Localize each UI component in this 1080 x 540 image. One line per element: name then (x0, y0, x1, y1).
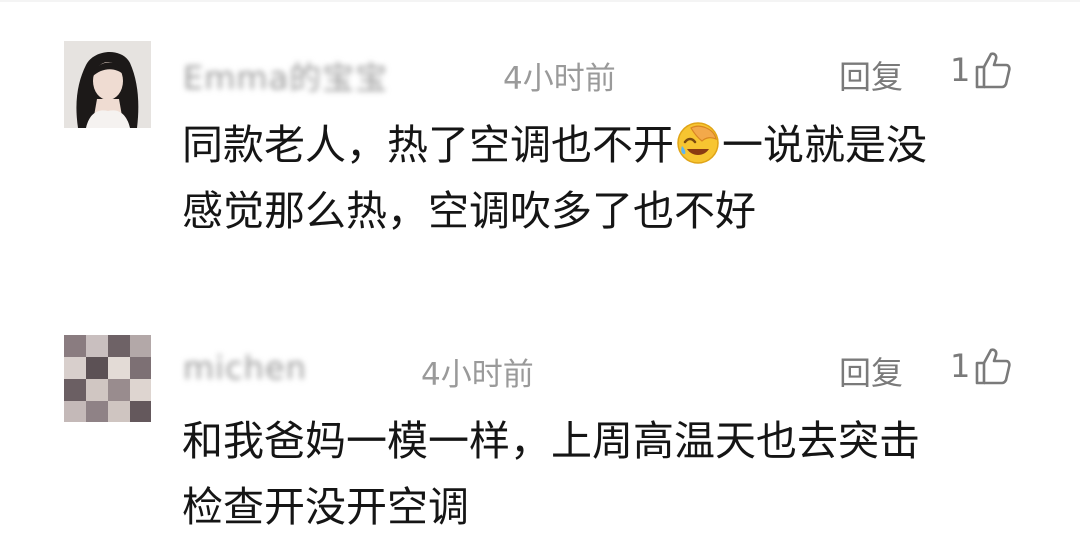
username[interactable]: Emma的宝宝 (183, 53, 388, 99)
comment-text-line: 检查开没开空调 (182, 483, 469, 531)
comment-text: 同款老人，热了空调也不开 一说就是没 感觉那么热，空调吹多了也不好 (182, 112, 927, 244)
comment-text-line: 和我爸妈一模一样，上周高温天也去突击 (182, 417, 920, 465)
thumbs-up-icon (976, 52, 1012, 89)
comment-text-line: 感觉那么热，空调吹多了也不好 (182, 187, 756, 235)
reply-button[interactable]: 回复 (839, 52, 903, 98)
username[interactable]: michen (183, 349, 307, 387)
thumbs-up-icon (976, 348, 1012, 385)
facepalm-laugh-emoji-icon (676, 118, 720, 164)
avatar[interactable] (64, 41, 151, 128)
comment-text: 和我爸妈一模一样，上周高温天也去突击 检查开没开空调 (182, 408, 920, 540)
timestamp: 4小时前 (503, 61, 616, 97)
avatar[interactable] (64, 335, 151, 422)
like-button[interactable]: 1 (950, 346, 1012, 386)
divider (0, 0, 1080, 2)
reply-button[interactable]: 回复 (839, 348, 903, 394)
timestamp: 4小时前 (421, 357, 534, 393)
comment-text-line: 一说就是没 (722, 121, 927, 169)
comment-text-line: 同款老人，热了空调也不开 (182, 121, 674, 169)
like-count: 1 (950, 51, 971, 89)
like-count: 1 (950, 347, 971, 385)
like-button[interactable]: 1 (950, 50, 1012, 90)
